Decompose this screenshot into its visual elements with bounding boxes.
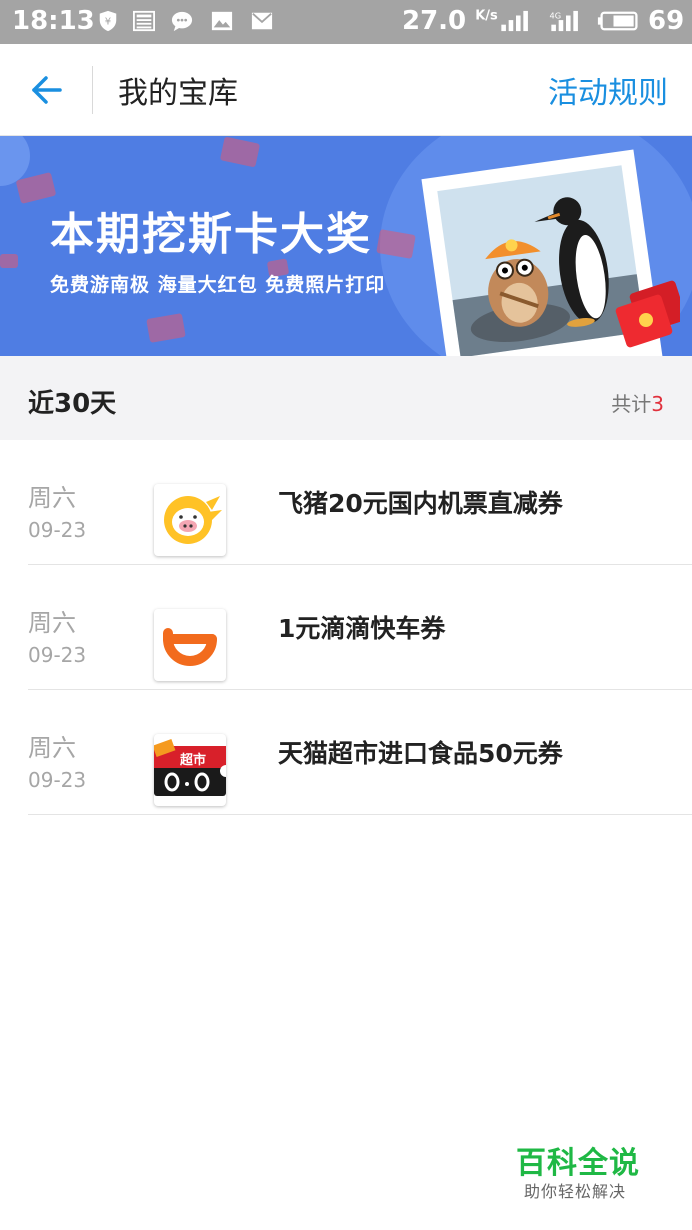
item-title: 天猫超市进口食品50元券 [278, 739, 563, 768]
image-icon [211, 11, 233, 31]
list-item[interactable]: 周六 09-23 1元滴滴快车券 [0, 565, 692, 690]
item-title: 1元滴滴快车券 [278, 614, 446, 643]
promo-banner[interactable]: 本期挖斯卡大奖 免费游南极 海量大红包 免费照片打印 [0, 136, 692, 356]
status-time: 18:13 [12, 6, 95, 36]
penguin-photo-illustration [421, 149, 680, 356]
watermark: 百科全说 助你轻松解决 [516, 1138, 676, 1208]
page-title: 我的宝库 [118, 76, 238, 111]
net-speed: 27.0 K/s [402, 6, 498, 36]
tmall-supermarket-icon: 超市 [154, 734, 226, 806]
shield-icon: ¥ [99, 10, 117, 32]
app-header: 我的宝库 活动规则 [0, 44, 692, 136]
item-date: 09-23 [28, 518, 87, 542]
item-weekday: 周六 [28, 734, 76, 762]
signal-4g-icon: 4G [550, 10, 578, 32]
total-count: 共计3 [611, 392, 664, 416]
battery-level: 69 [648, 6, 685, 36]
item-weekday: 周六 [28, 609, 76, 637]
news-icon [133, 10, 155, 32]
banner-envelope [0, 254, 18, 268]
list-item[interactable]: 周六 09-23 飞猪20元国内机票直减券 [0, 440, 692, 565]
fliggy-icon [154, 484, 226, 556]
section-title: 近30天 [28, 389, 117, 419]
total-count-value: 3 [651, 392, 664, 416]
mail-icon [251, 12, 273, 30]
status-bar: 18:13 ¥ 27.0 K/s 4G 69 [0, 0, 692, 44]
battery-icon [597, 11, 638, 31]
banner-subtitle: 免费游南极 海量大红包 免费照片打印 [50, 274, 386, 296]
chat-icon [171, 11, 193, 32]
item-date: 09-23 [28, 643, 87, 667]
section-header: 近30天 共计3 [0, 356, 692, 440]
item-divider [28, 814, 692, 815]
didi-icon [154, 609, 226, 681]
banner-envelope [219, 136, 261, 168]
svg-text:超市: 超市 [180, 752, 206, 768]
item-title: 飞猪20元国内机票直减券 [278, 489, 563, 518]
watermark-subtitle: 助你轻松解决 [524, 1182, 627, 1201]
item-weekday: 周六 [28, 484, 76, 512]
back-arrow-icon[interactable] [26, 70, 66, 110]
svg-text:¥: ¥ [105, 17, 111, 28]
list-item[interactable]: 周六 09-23 超市 天猫超市进口食品50元券 [0, 690, 692, 815]
activity-rules-link[interactable]: 活动规则 [548, 68, 668, 112]
banner-envelope [146, 313, 186, 343]
banner-title: 本期挖斯卡大奖 [50, 209, 372, 260]
svg-text:4G: 4G [550, 10, 562, 20]
signal-icon [501, 10, 528, 32]
header-divider [92, 66, 93, 114]
watermark-title: 百科全说 [516, 1146, 640, 1181]
coupon-list: 周六 09-23 飞猪20元国内机票直减券 周六 09-23 1元滴滴快车券 周… [0, 440, 692, 815]
item-date: 09-23 [28, 768, 87, 792]
